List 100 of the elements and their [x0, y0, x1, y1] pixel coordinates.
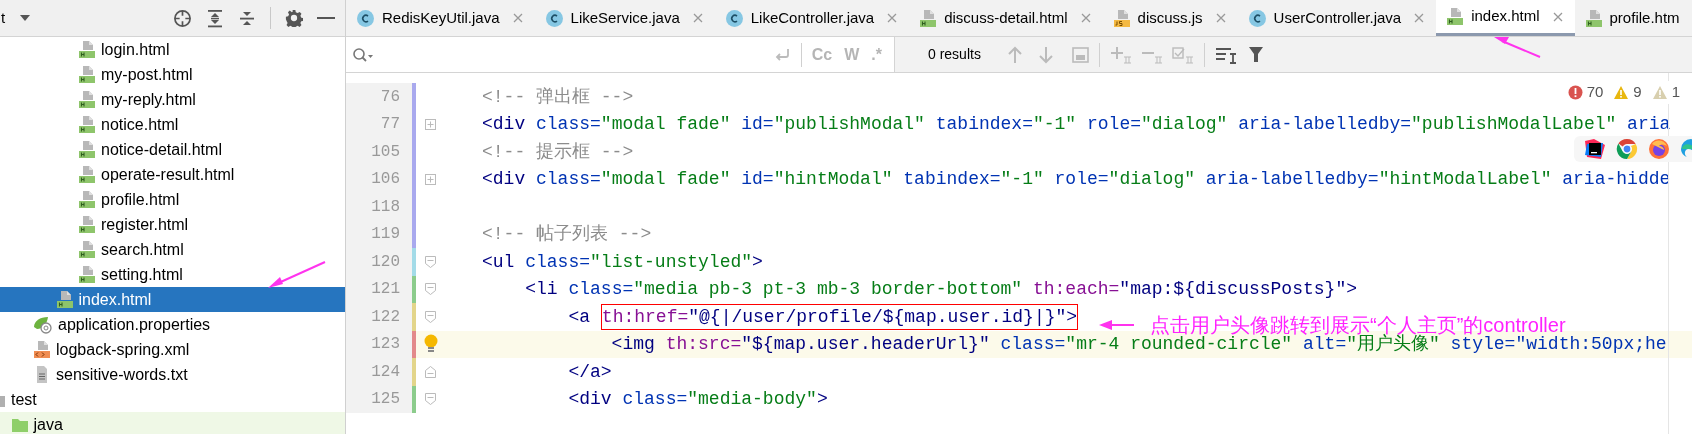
minimize-icon[interactable]	[317, 16, 335, 20]
tree-item[interactable]: notice-detail.html	[0, 137, 345, 162]
code-line: <ul class="list-unstyled">	[482, 250, 763, 274]
html-file-icon	[78, 140, 96, 159]
editor-tab[interactable]: LikeController.java	[714, 0, 910, 36]
tree-item[interactable]: java	[0, 412, 345, 434]
filter-icon[interactable]	[1247, 46, 1264, 63]
editor-tab[interactable]: profile.htm	[1574, 0, 1692, 36]
code-line: <li class="media pb-3 pt-3 mb-3 border-bottom" th:each="map:${discussPosts}">	[524, 278, 1357, 302]
code-line: <!-- 提示框 -->	[482, 140, 634, 164]
code-line: <!-- 弹出框 -->	[482, 85, 634, 109]
select-occurrences-icon[interactable]	[1171, 45, 1194, 64]
ide-icon[interactable]	[1584, 138, 1606, 160]
html-file-icon	[78, 240, 96, 259]
editor-tab[interactable]: index.html	[1436, 0, 1575, 36]
html-file-icon	[78, 65, 96, 84]
code-line: <div class="media-body">	[567, 388, 828, 412]
editor-tab[interactable]: discuss.js	[1102, 0, 1238, 36]
html-file-icon	[78, 265, 96, 284]
add-occurrence-icon[interactable]	[1109, 45, 1132, 64]
line-number: 121	[371, 279, 400, 301]
folder-icon	[10, 416, 29, 433]
tree-item[interactable]: setting.html	[0, 262, 345, 287]
expand-all-icon[interactable]	[206, 8, 224, 28]
annotation-arrow	[1494, 37, 1541, 58]
html-file-icon	[78, 190, 96, 209]
line-number: 76	[380, 86, 400, 108]
fold-icon[interactable]	[425, 310, 436, 323]
select-all-icon[interactable]	[1071, 46, 1089, 63]
fold-icon[interactable]	[425, 118, 436, 130]
results-count: 0 results	[928, 45, 981, 64]
html-file-icon	[78, 90, 96, 109]
problem-count: 1	[1671, 82, 1680, 102]
tree-item[interactable]: search.html	[0, 237, 345, 262]
code-line: <img th:src="${map.user.headerUrl}" class="mr-4 rounded-circle" alt="用户头像" style="width:50px;he	[610, 334, 1667, 357]
chrome-icon[interactable]	[1616, 138, 1638, 160]
crosshair-icon[interactable]	[173, 8, 192, 28]
tree-item[interactable]: sensitive-words.txt	[0, 362, 345, 387]
line-number: 124	[371, 361, 400, 383]
tree-item[interactable]: application.properties	[0, 312, 345, 337]
line-number: 118	[371, 196, 400, 218]
code-line: <!-- 帖子列表 -->	[482, 223, 652, 247]
close-icon[interactable]	[1215, 13, 1226, 23]
problem-count: 70	[1586, 82, 1604, 102]
edge-icon[interactable]	[1680, 138, 1692, 160]
close-icon[interactable]	[1552, 11, 1563, 22]
tree-item[interactable]: register.html	[0, 212, 345, 237]
annotation-text: 点击用户头像跳转到展示“个人主页”的controller	[1150, 313, 1566, 336]
close-icon[interactable]	[512, 13, 523, 23]
html-file-icon	[78, 40, 96, 59]
editor-tab[interactable]: RedisKeyUtil.java	[346, 0, 535, 36]
tree-item[interactable]: operate-result.html	[0, 162, 345, 187]
down-arrow-icon[interactable]	[1037, 45, 1054, 64]
up-arrow-icon[interactable]	[1006, 45, 1023, 64]
editor-tab[interactable]: UserController.java	[1237, 0, 1437, 36]
code-line: <div class="modal fade" id="publishModal" tabindex="-1" role="dialog" aria-labelledby="publishModalLabel" aria	[482, 113, 1671, 137]
line-number: 77	[380, 114, 400, 136]
tree-item[interactable]: my-post.html	[0, 62, 345, 87]
tree-item[interactable]: notice.html	[0, 112, 345, 137]
line-number: 105	[371, 141, 400, 163]
tree-item[interactable]: login.html	[0, 37, 345, 62]
line-number: 106	[371, 169, 400, 191]
line-number: 122	[371, 306, 400, 328]
html-file-icon	[78, 115, 96, 134]
filter-lines-icon[interactable]	[1214, 45, 1237, 64]
close-icon[interactable]	[1414, 13, 1425, 23]
xml-file-icon	[33, 340, 51, 359]
settings-icon[interactable]	[285, 9, 303, 27]
line-number: 125	[371, 389, 400, 411]
editor-tab[interactable]: discuss-detail.html	[909, 0, 1103, 36]
dropdown-icon[interactable]	[19, 14, 32, 22]
leaf-gear-icon	[33, 315, 53, 334]
warning-icon	[1613, 84, 1630, 100]
fold-icon[interactable]	[425, 283, 436, 296]
tree-item[interactable]: test	[0, 387, 345, 412]
fold-icon[interactable]	[425, 393, 436, 406]
tree-item[interactable]: profile.html	[0, 187, 345, 212]
search-icon[interactable]	[352, 46, 374, 63]
close-icon[interactable]	[692, 13, 703, 23]
tree-item[interactable]: my-reply.html	[0, 87, 345, 112]
code-line: <div class="modal fade" id="hintModal" tabindex="-1" role="dialog" aria-labelledby="hintModalLabel" aria-hidde	[482, 168, 1671, 192]
line-number: 123	[371, 334, 400, 356]
html-file-icon	[78, 165, 96, 184]
js-file-icon	[1112, 8, 1131, 28]
fold-icon[interactable]	[425, 365, 436, 378]
lightbulb-icon[interactable]	[423, 334, 438, 355]
class-icon	[356, 8, 375, 28]
html-file-icon	[1584, 8, 1603, 28]
fold-icon[interactable]	[425, 173, 436, 185]
fold-icon[interactable]	[425, 255, 436, 268]
tree-item[interactable]: index.html	[0, 287, 345, 312]
close-icon[interactable]	[887, 13, 898, 23]
close-icon[interactable]	[1080, 13, 1091, 23]
tree-item[interactable]: logback-spring.xml	[0, 337, 345, 362]
editor-tab[interactable]: LikeService.java	[534, 0, 715, 36]
line-number: 120	[371, 251, 400, 273]
class-icon	[1247, 8, 1267, 28]
firefox-icon[interactable]	[1648, 138, 1670, 160]
html-file-icon	[1446, 7, 1465, 26]
problem-count: 9	[1633, 82, 1642, 102]
